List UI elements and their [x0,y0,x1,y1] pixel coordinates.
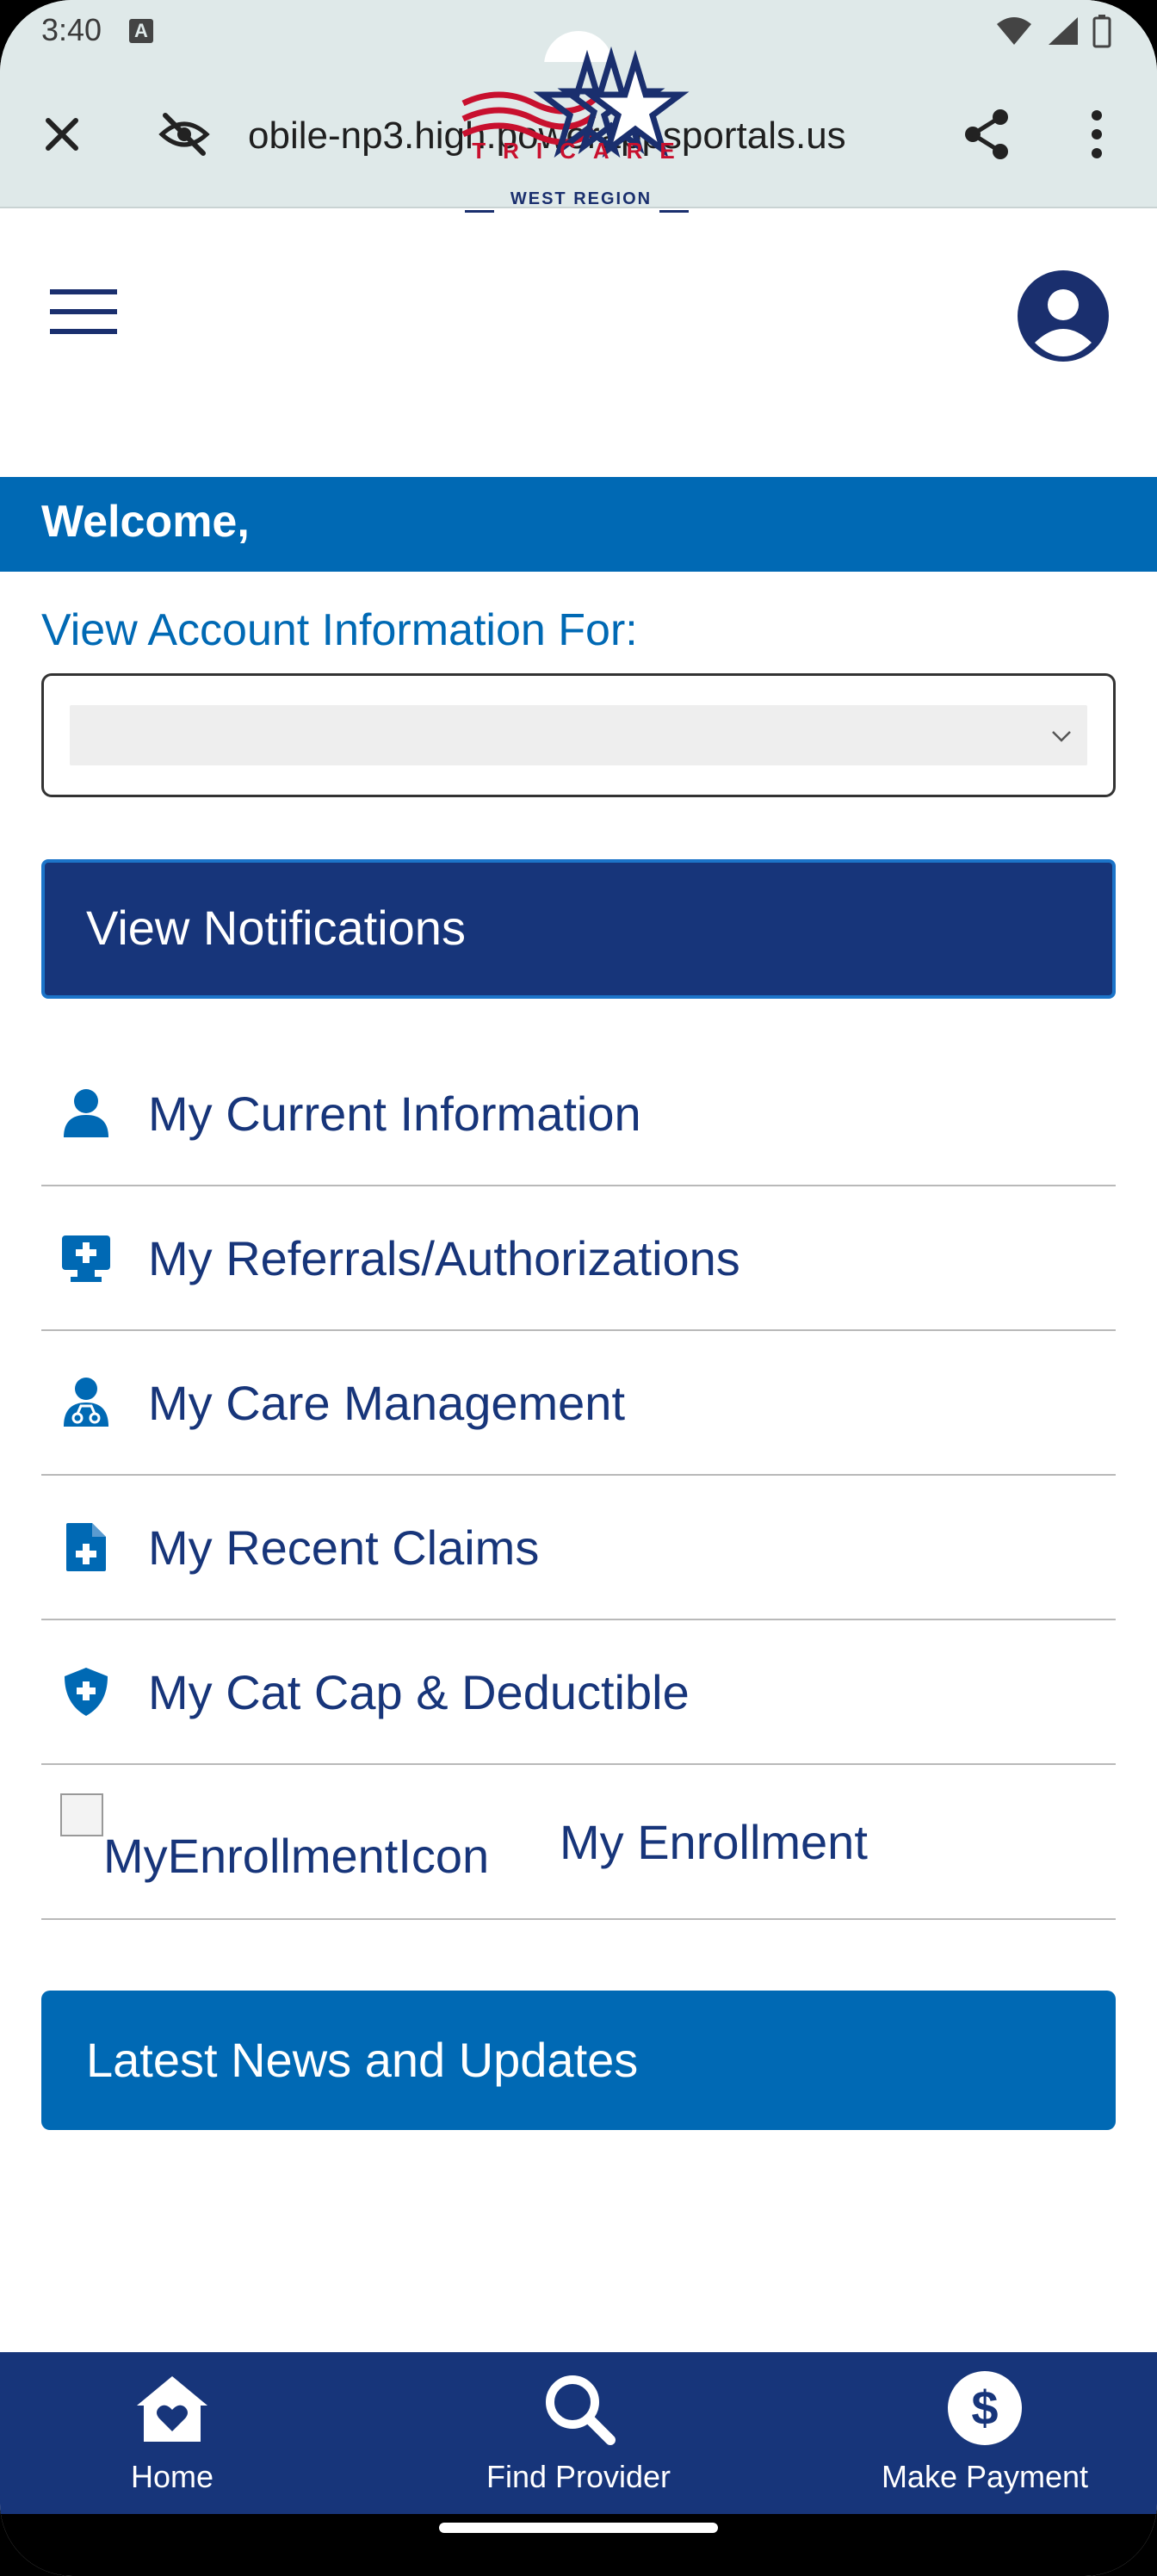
account-select[interactable] [41,673,1116,797]
search-icon [546,2375,616,2445]
close-icon[interactable] [34,107,90,162]
medical-monitor-icon [62,1235,110,1282]
nav-label: Home [130,2459,214,2494]
menu-item-current-information[interactable]: My Current Information [41,1042,1116,1186]
menu-item-referrals[interactable]: My Referrals/Authorizations [41,1186,1116,1331]
file-medical-icon [66,1523,106,1571]
menu-item-label: My Referrals/Authorizations [148,1230,740,1285]
broken-image-icon [60,1793,103,1836]
eye-off-icon[interactable] [157,107,212,162]
logo-region-text: WEST REGION [510,189,653,208]
welcome-banner: Welcome, [0,477,1157,572]
menu-item-label: My Recent Claims [148,1520,540,1575]
account-menu-list: My Current Information My Referrals/Auth… [41,1042,1116,1920]
menu-item-cat-cap-deductible[interactable]: My Cat Cap & Deductible [41,1620,1116,1765]
status-icons [995,14,1112,48]
enrollment-icon-alt-text: MyEnrollmentIcon [103,1829,490,1883]
more-vert-icon[interactable] [1071,105,1123,164]
chevron-down-icon [1052,731,1071,742]
menu-item-label: My Care Management [148,1375,626,1430]
person-icon [64,1089,108,1137]
doctor-icon [64,1378,108,1427]
site-header [0,208,1157,477]
menu-item-label: My Current Information [148,1086,641,1141]
account-select-label: View Account Information For: [41,605,638,655]
account-select-value[interactable] [70,705,1087,765]
menu-item-label: My Enrollment [560,1814,868,1869]
home-heart-icon [137,2376,207,2442]
nav-find-provider[interactable]: Find Provider [449,2352,708,2514]
wifi-icon [997,17,1031,45]
shield-plus-icon [65,1668,108,1716]
enrollment-broken-image-icon: MyEnrollmentIcon [60,1790,525,1893]
notification-a-icon: A [129,19,153,43]
nav-home[interactable]: Home [43,2352,301,2514]
phone-screen: 3:40 A obile-np3.high.powerappsportals.u… [0,0,1157,2576]
svg-text:$: $ [971,2381,998,2435]
gesture-handle[interactable] [439,2523,718,2533]
nav-make-payment[interactable]: $ Make Payment [856,2352,1114,2514]
view-notifications-button[interactable]: View Notifications [41,859,1116,999]
nav-label: Find Provider [486,2459,671,2494]
logo-wordmark: TRICARE [472,138,692,164]
menu-item-enrollment[interactable]: MyEnrollmentIcon My Enrollment [41,1765,1116,1920]
battery-icon [1092,15,1111,48]
menu-item-care-management[interactable]: My Care Management [41,1331,1116,1476]
bottom-navigation: Home Find Provider $ Make Payment [0,2352,1157,2514]
profile-icon[interactable] [1016,269,1111,363]
share-icon[interactable] [957,105,1016,164]
latest-news-button[interactable]: Latest News and Updates [41,1991,1116,2130]
dollar-circle-icon: $ [948,2371,1022,2445]
nav-label: Make Payment [881,2459,1089,2494]
menu-item-recent-claims[interactable]: My Recent Claims [41,1476,1116,1620]
menu-item-label: My Cat Cap & Deductible [148,1664,690,1719]
hamburger-menu-icon[interactable] [48,284,121,339]
status-time: 3:40 [41,12,102,47]
signal-icon [1049,17,1078,45]
